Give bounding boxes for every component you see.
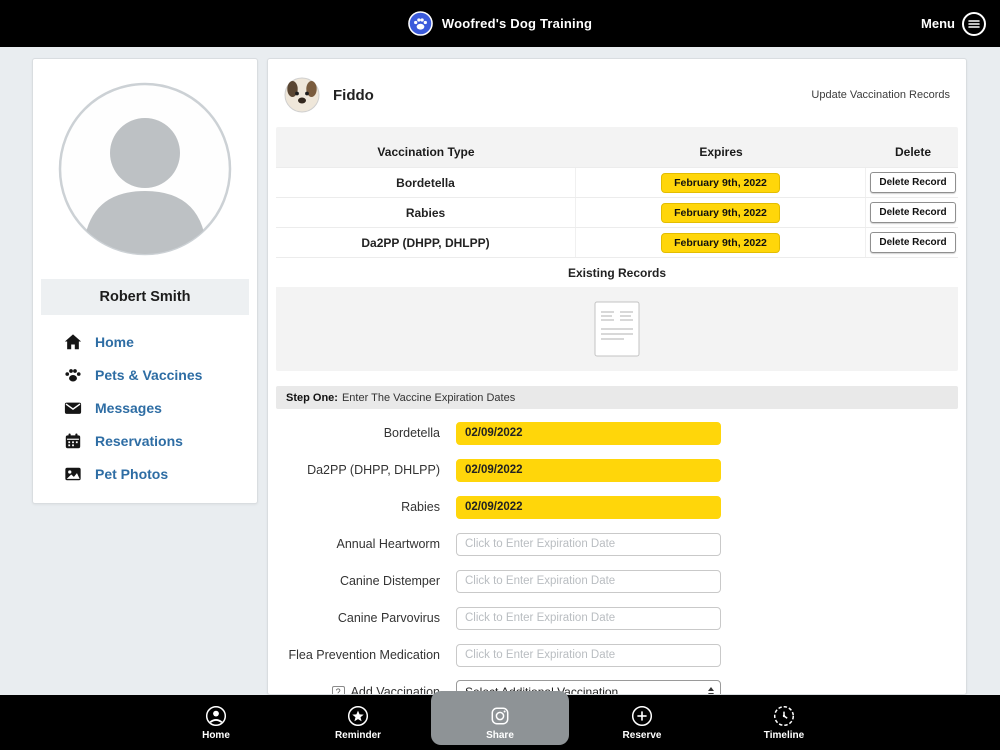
delete-record-button[interactable]: Delete Record (870, 202, 955, 223)
table-row: Rabies February 9th, 2022 Delete Record (276, 197, 958, 227)
sidebar-item-messages[interactable]: Messages (64, 391, 249, 424)
expiration-dates-form: Bordetella Da2PP (DHPP, DHLPP) Rabies An… (276, 421, 958, 695)
calendar-icon (64, 432, 82, 450)
rabies-date-input[interactable] (456, 496, 721, 519)
paw-logo-icon (408, 11, 433, 36)
expires-date-button[interactable]: February 9th, 2022 (661, 203, 780, 223)
pet-header: Fiddo Update Vaccination Records (276, 75, 958, 115)
user-avatar (57, 81, 233, 257)
table-row: Bordetella February 9th, 2022 Delete Rec… (276, 167, 958, 197)
help-icon[interactable]: ? (332, 686, 345, 696)
field-label-da2pp: Da2PP (DHPP, DHLPP) (276, 463, 456, 477)
top-bar: Woofred's Dog Training Menu (0, 0, 1000, 47)
col-header-vaccination-type: Vaccination Type (276, 145, 576, 159)
sidebar-item-home[interactable]: Home (64, 325, 249, 358)
add-vaccination-label: ? Add Vaccination (276, 685, 456, 695)
bottom-item-label: Home (202, 730, 230, 741)
existing-records-gallery (276, 287, 958, 371)
menu-button[interactable]: Menu (921, 0, 986, 47)
bottom-item-share[interactable]: Share (429, 695, 571, 750)
sidebar-item-pets-vaccines[interactable]: Pets & Vaccines (64, 358, 249, 391)
sidebar-item-label: Reservations (95, 433, 183, 449)
field-label-bordetella: Bordetella (276, 426, 456, 440)
profile-icon (205, 705, 227, 727)
bottom-item-timeline[interactable]: Timeline (713, 695, 855, 750)
field-label-canine-parvovirus: Canine Parvovirus (276, 611, 456, 625)
sidebar-item-pet-photos[interactable]: Pet Photos (64, 457, 249, 490)
sidebar-item-label: Home (95, 334, 134, 350)
bottom-item-label: Timeline (764, 730, 804, 741)
delete-record-button[interactable]: Delete Record (870, 232, 955, 253)
bottom-bar: Home Reminder Share Reserve Timeline (0, 695, 1000, 750)
brand[interactable]: Woofred's Dog Training (408, 11, 592, 36)
pet-avatar (284, 77, 320, 113)
sidebar-item-label: Pets & Vaccines (95, 367, 202, 383)
bottom-item-label: Reminder (335, 730, 381, 741)
envelope-icon (64, 399, 82, 417)
vaccination-type-cell: Da2PP (DHPP, DHLPP) (276, 228, 576, 257)
step-one-text: Enter The Vaccine Expiration Dates (342, 392, 515, 404)
pet-name: Fiddo (333, 87, 374, 104)
photo-icon (64, 465, 82, 483)
existing-records-heading: Existing Records (276, 257, 958, 287)
record-document-thumbnail[interactable] (594, 301, 640, 357)
hamburger-menu-icon (962, 12, 986, 36)
menu-label: Menu (921, 16, 955, 31)
app-title: Woofred's Dog Training (442, 16, 592, 31)
update-records-title: Update Vaccination Records (811, 89, 950, 101)
profile-sidebar: Robert Smith Home Pets & Vaccines (32, 58, 258, 504)
vaccination-table: Vaccination Type Expires Delete Bordetel… (276, 127, 958, 371)
star-icon (347, 705, 369, 727)
bottom-item-reminder[interactable]: Reminder (287, 695, 429, 750)
paw-icon (64, 366, 82, 384)
field-label-rabies: Rabies (276, 500, 456, 514)
bottom-item-label: Reserve (623, 730, 662, 741)
vaccination-type-cell: Bordetella (276, 168, 576, 197)
field-label-canine-distemper: Canine Distemper (276, 574, 456, 588)
col-header-delete: Delete (866, 145, 960, 159)
history-icon (773, 705, 795, 727)
camera-icon (489, 705, 511, 727)
plus-icon (631, 705, 653, 727)
delete-record-button[interactable]: Delete Record (870, 172, 955, 193)
col-header-expires: Expires (576, 145, 866, 159)
expires-date-button[interactable]: February 9th, 2022 (661, 233, 780, 253)
bottom-item-reserve[interactable]: Reserve (571, 695, 713, 750)
field-label-flea-prevention: Flea Prevention Medication (276, 648, 456, 662)
bottom-item-label: Share (486, 730, 514, 741)
sidebar-item-reservations[interactable]: Reservations (64, 424, 249, 457)
home-icon (64, 333, 82, 351)
sidebar-nav: Home Pets & Vaccines Messages (41, 325, 249, 490)
annual-heartworm-date-input[interactable] (456, 533, 721, 556)
add-vaccination-text: Add Vaccination (351, 685, 440, 695)
canine-parvovirus-date-input[interactable] (456, 607, 721, 630)
bordetella-date-input[interactable] (456, 422, 721, 445)
vaccination-type-cell: Rabies (276, 198, 576, 227)
flea-prevention-date-input[interactable] (456, 644, 721, 667)
da2pp-date-input[interactable] (456, 459, 721, 482)
step-one-bar: Step One: Enter The Vaccine Expiration D… (276, 386, 958, 409)
bottom-item-home[interactable]: Home (145, 695, 287, 750)
table-row: Da2PP (DHPP, DHLPP) February 9th, 2022 D… (276, 227, 958, 257)
sidebar-item-label: Messages (95, 400, 162, 416)
field-label-annual-heartworm: Annual Heartworm (276, 537, 456, 551)
vaccination-panel: Fiddo Update Vaccination Records Vaccina… (267, 58, 967, 695)
sidebar-item-label: Pet Photos (95, 466, 168, 482)
step-one-prefix: Step One: (286, 392, 338, 404)
user-name: Robert Smith (41, 279, 249, 315)
expires-date-button[interactable]: February 9th, 2022 (661, 173, 780, 193)
table-header-row: Vaccination Type Expires Delete (276, 137, 958, 167)
canine-distemper-date-input[interactable] (456, 570, 721, 593)
